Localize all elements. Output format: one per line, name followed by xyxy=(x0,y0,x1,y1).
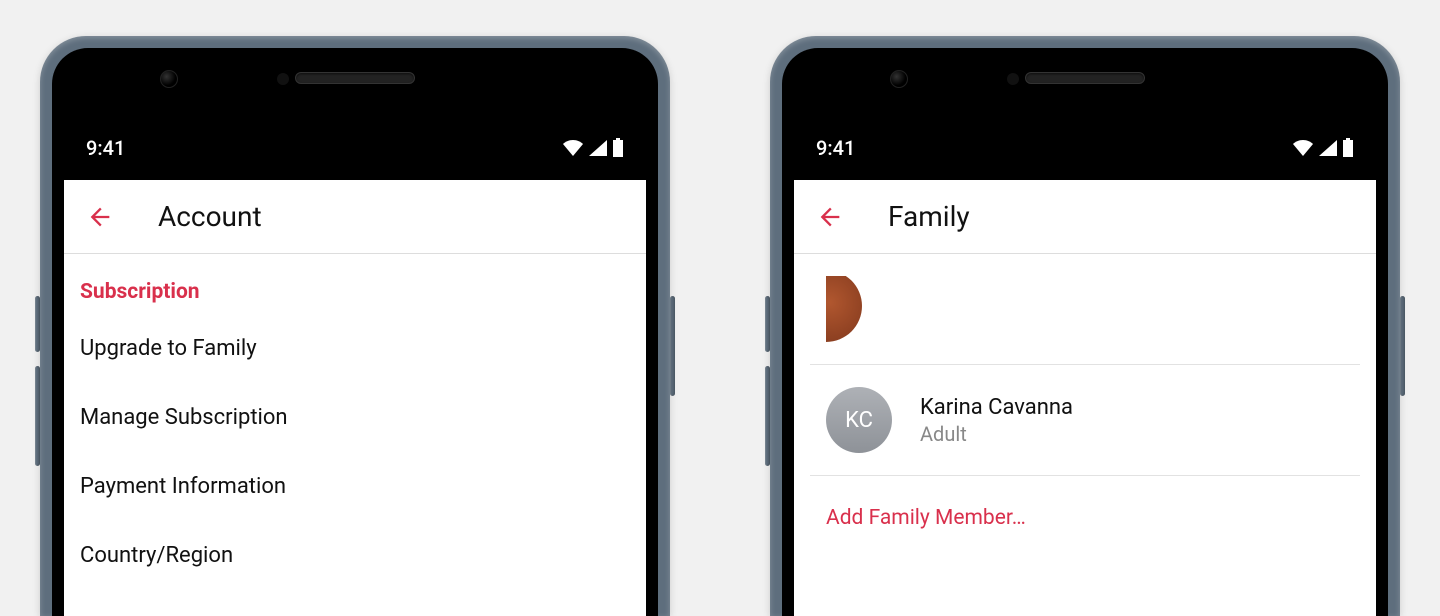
arrow-left-icon xyxy=(816,203,844,231)
status-time: 9:41 xyxy=(86,136,125,160)
page-title: Family xyxy=(888,200,970,233)
battery-icon xyxy=(1342,138,1354,158)
family-member-organizer[interactable] xyxy=(810,254,1360,365)
item-manage-subscription[interactable]: Manage Subscription xyxy=(64,383,646,452)
app-bar: Family xyxy=(794,180,1376,254)
sensor-icon xyxy=(1007,73,1019,85)
speaker-icon xyxy=(295,72,415,84)
avatar-initials: KC xyxy=(826,387,892,453)
wifi-icon xyxy=(562,139,584,157)
phone-hardware-top xyxy=(782,48,1388,108)
item-payment-information[interactable]: Payment Information xyxy=(64,452,646,521)
battery-icon xyxy=(612,138,624,158)
cellular-icon xyxy=(588,139,608,157)
sensor-icon xyxy=(277,73,289,85)
member-role: Adult xyxy=(920,422,1073,446)
wifi-icon xyxy=(1292,139,1314,157)
add-family-member-link[interactable]: Add Family Member… xyxy=(810,476,1360,560)
phone-hardware-top xyxy=(52,48,658,108)
app-bar: Account xyxy=(64,180,646,254)
family-member-row[interactable]: KC Karina Cavanna Adult xyxy=(810,365,1360,476)
item-upgrade-to-family[interactable]: Upgrade to Family xyxy=(64,314,646,383)
power-button xyxy=(1400,296,1405,396)
member-name: Karina Cavanna xyxy=(920,395,1073,420)
speaker-icon xyxy=(1025,72,1145,84)
power-button xyxy=(670,296,675,396)
avatar-organizer xyxy=(826,276,876,346)
section-header-subscription: Subscription xyxy=(64,254,646,314)
cellular-icon xyxy=(1318,139,1338,157)
status-bar: 9:41 xyxy=(64,116,646,180)
page-title: Account xyxy=(158,200,262,233)
back-button[interactable] xyxy=(810,197,850,237)
phone-account: 9:41 xyxy=(40,36,670,616)
camera-icon xyxy=(160,70,178,88)
item-country-region[interactable]: Country/Region xyxy=(64,521,646,590)
phone-family: 9:41 xyxy=(770,36,1400,616)
back-button[interactable] xyxy=(80,197,120,237)
camera-icon xyxy=(890,70,908,88)
status-time: 9:41 xyxy=(816,136,855,160)
status-bar: 9:41 xyxy=(794,116,1376,180)
arrow-left-icon xyxy=(86,203,114,231)
